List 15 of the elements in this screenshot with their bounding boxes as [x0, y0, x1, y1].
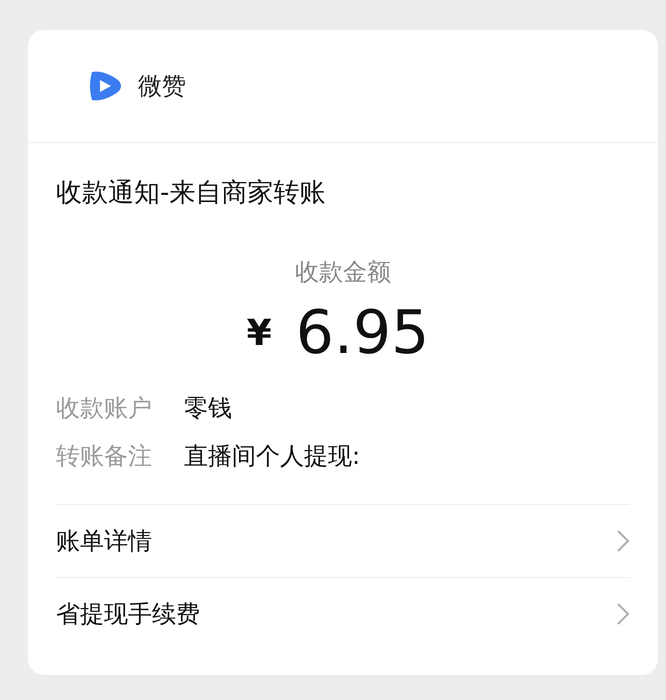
detail-link-row[interactable]: 账单详情	[56, 505, 630, 578]
app-name: 微赞	[138, 71, 186, 102]
link-label: 账单详情	[56, 526, 152, 557]
field-value: 直播间个人提现:	[184, 441, 360, 472]
currency-symbol: ¥	[246, 312, 272, 354]
amount-value: 6.95	[296, 298, 430, 368]
chevron-right-icon	[616, 529, 630, 553]
field-label: 收款账户	[56, 393, 152, 424]
chevron-right-icon	[616, 602, 630, 626]
detail-link-row[interactable]: 省提现手续费	[56, 578, 630, 650]
notice-title: 收款通知-来自商家转账	[56, 177, 326, 210]
link-label: 省提现手续费	[56, 599, 200, 630]
amount-label: 收款金额	[294, 257, 392, 288]
field-value: 零钱	[184, 393, 232, 424]
field-label: 转账备注	[56, 441, 152, 472]
